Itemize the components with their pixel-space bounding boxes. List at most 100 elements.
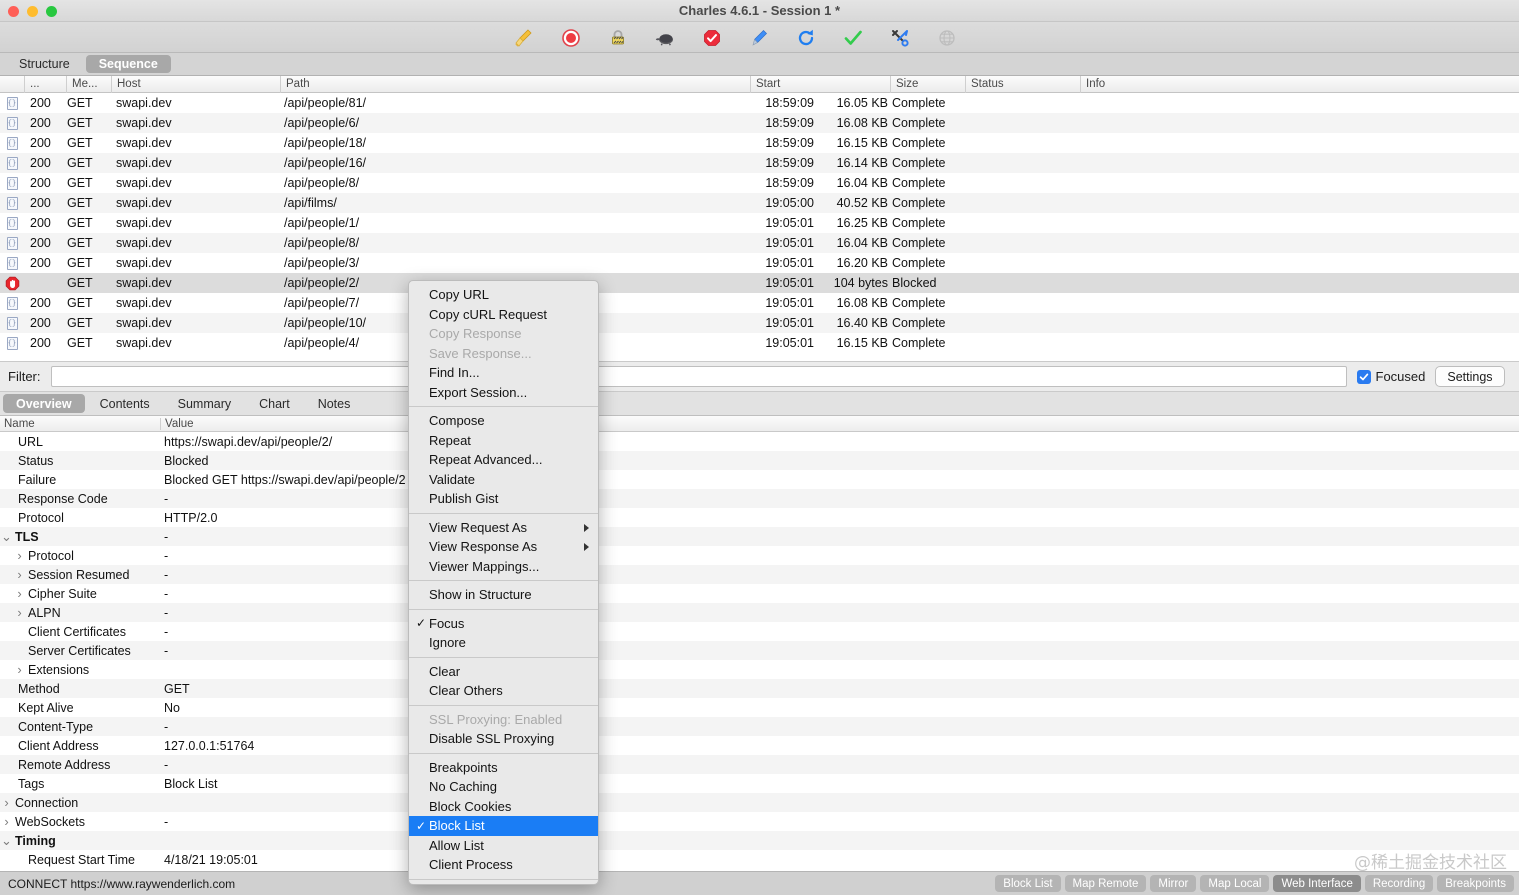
chevron-right-icon[interactable]: › bbox=[13, 586, 26, 601]
detail-row[interactable]: Client Certificates - bbox=[0, 622, 1519, 641]
clear-broom-icon[interactable] bbox=[500, 22, 547, 53]
col-header-size[interactable]: Size bbox=[890, 76, 965, 93]
col-header-info[interactable]: Info bbox=[1080, 76, 1519, 93]
chevron-right-icon[interactable]: › bbox=[13, 662, 26, 677]
detail-row[interactable]: › Connection bbox=[0, 793, 1519, 812]
chevron-right-icon[interactable]: › bbox=[0, 795, 13, 810]
detail-row[interactable]: Request Start Time 4/18/21 19:05:01 bbox=[0, 850, 1519, 869]
menu-item-ignore[interactable]: Ignore bbox=[409, 633, 598, 653]
status-toggle-mirror[interactable]: Mirror bbox=[1150, 875, 1197, 892]
tools-icon[interactable] bbox=[876, 22, 923, 53]
tab-chart[interactable]: Chart bbox=[246, 394, 303, 413]
detail-row[interactable]: Method GET bbox=[0, 679, 1519, 698]
detail-row[interactable]: › Cipher Suite - bbox=[0, 584, 1519, 603]
record-icon[interactable] bbox=[547, 22, 594, 53]
status-toggle-map-remote[interactable]: Map Remote bbox=[1064, 875, 1147, 892]
request-list[interactable]: ... Me... Host Path Start Size Status In… bbox=[0, 76, 1519, 361]
request-row[interactable]: {} 200 GET swapi.dev/api/people/6/18:59:09 1… bbox=[0, 113, 1519, 133]
detail-row[interactable]: URL https://swapi.dev/api/people/2/ bbox=[0, 432, 1519, 451]
web-interface-globe-icon[interactable] bbox=[923, 22, 970, 53]
menu-item-focus[interactable]: ✓ Focus bbox=[409, 614, 598, 634]
request-row[interactable]: {} 200 GET swapi.dev/api/people/81/18:59:09… bbox=[0, 93, 1519, 113]
block-stop-icon[interactable] bbox=[688, 22, 735, 53]
menu-item-breakpoints[interactable]: Breakpoints bbox=[409, 758, 598, 778]
validate-check-icon[interactable] bbox=[829, 22, 876, 53]
tab-notes[interactable]: Notes bbox=[305, 394, 364, 413]
status-toggle-breakpoints[interactable]: Breakpoints bbox=[1437, 875, 1514, 892]
detail-row[interactable]: Protocol HTTP/2.0 bbox=[0, 508, 1519, 527]
menu-item-copy-url[interactable]: Copy URL bbox=[409, 285, 598, 305]
chevron-right-icon[interactable]: › bbox=[13, 567, 26, 582]
repeat-refresh-icon[interactable] bbox=[782, 22, 829, 53]
overview-detail-table[interactable]: Name Value URL https://swapi.dev/api/peop… bbox=[0, 416, 1519, 871]
detail-row[interactable]: Server Certificates - bbox=[0, 641, 1519, 660]
throttle-turtle-icon[interactable] bbox=[641, 22, 688, 53]
status-toggle-web-interface[interactable]: Web Interface bbox=[1273, 875, 1361, 892]
menu-item-validate[interactable]: Validate bbox=[409, 470, 598, 490]
compose-pen-icon[interactable] bbox=[735, 22, 782, 53]
col-header-status[interactable]: Status bbox=[965, 76, 1080, 93]
detail-row[interactable]: › WebSockets - bbox=[0, 812, 1519, 831]
detail-row[interactable]: Response Code - bbox=[0, 489, 1519, 508]
detail-row[interactable]: ⌄ Timing bbox=[0, 831, 1519, 850]
col-header-start[interactable]: Start bbox=[750, 76, 890, 93]
chevron-down-icon[interactable]: ⌄ bbox=[0, 530, 13, 543]
detail-row[interactable]: Remote Address - bbox=[0, 755, 1519, 774]
menu-item-compose[interactable]: Compose bbox=[409, 411, 598, 431]
chevron-right-icon[interactable]: › bbox=[13, 605, 26, 620]
request-row[interactable]: {} 200 GET swapi.dev/api/films/19:05:00 40.5… bbox=[0, 193, 1519, 213]
detail-row[interactable]: Client Address 127.0.0.1:51764 bbox=[0, 736, 1519, 755]
detail-row[interactable]: Tags Block List bbox=[0, 774, 1519, 793]
tab-summary[interactable]: Summary bbox=[165, 394, 244, 413]
tab-structure[interactable]: Structure bbox=[6, 55, 83, 73]
request-row[interactable]: {} 200 GET swapi.dev/api/people/18/18:59:09… bbox=[0, 133, 1519, 153]
menu-item-repeat-advanced[interactable]: Repeat Advanced... bbox=[409, 450, 598, 470]
detail-row[interactable]: › ALPN - bbox=[0, 603, 1519, 622]
menu-item-publish-gist[interactable]: Publish Gist bbox=[409, 489, 598, 509]
tab-overview[interactable]: Overview bbox=[3, 394, 85, 413]
detail-col-name[interactable]: Name bbox=[0, 418, 160, 430]
col-header-path[interactable]: Path bbox=[280, 76, 750, 93]
col-header-host[interactable]: Host bbox=[111, 76, 280, 93]
request-row[interactable]: {} 200 GET swapi.dev/api/people/16/18:59:09… bbox=[0, 153, 1519, 173]
focused-checkbox-group[interactable]: Focused bbox=[1356, 369, 1425, 384]
menu-item-block-list[interactable]: ✓ Block List bbox=[409, 816, 598, 836]
detail-row[interactable]: Failure Blocked GET https://swapi.dev/api… bbox=[0, 470, 1519, 489]
tab-sequence[interactable]: Sequence bbox=[85, 55, 171, 73]
request-row[interactable]: {} 200 GET swapi.dev/api/people/7/19:05:01 1… bbox=[0, 293, 1519, 313]
tab-contents[interactable]: Contents bbox=[87, 394, 163, 413]
request-row[interactable]: {} 200 GET swapi.dev/api/people/10/19:05:01… bbox=[0, 313, 1519, 333]
menu-item-allow-list[interactable]: Allow List bbox=[409, 836, 598, 856]
detail-row[interactable]: Content-Type - bbox=[0, 717, 1519, 736]
detail-col-value[interactable]: Value bbox=[160, 417, 1519, 430]
chevron-right-icon[interactable]: › bbox=[13, 548, 26, 563]
menu-item-copy-curl-request[interactable]: Copy cURL Request bbox=[409, 305, 598, 325]
menu-item-show-in-structure[interactable]: Show in Structure bbox=[409, 585, 598, 605]
menu-item-view-response-as[interactable]: View Response As bbox=[409, 537, 598, 557]
menu-item-viewer-mappings[interactable]: Viewer Mappings... bbox=[409, 557, 598, 577]
request-row[interactable]: {} 200 GET swapi.dev/api/people/8/18:59:09 1… bbox=[0, 173, 1519, 193]
detail-row[interactable]: › Extensions bbox=[0, 660, 1519, 679]
menu-item-disable-ssl-proxying[interactable]: Disable SSL Proxying bbox=[409, 729, 598, 749]
request-context-menu[interactable]: Copy URL Copy cURL Request Copy Response Sa… bbox=[408, 280, 599, 885]
chevron-right-icon[interactable]: › bbox=[0, 814, 13, 829]
chevron-down-icon[interactable]: ⌄ bbox=[0, 834, 13, 847]
request-row[interactable]: GET swapi.dev/api/people/2/19:05:01 104 by… bbox=[0, 273, 1519, 293]
menu-item-client-process[interactable]: Client Process bbox=[409, 855, 598, 875]
detail-row[interactable]: › Session Resumed - bbox=[0, 565, 1519, 584]
menu-item-view-request-as[interactable]: View Request As bbox=[409, 518, 598, 538]
col-header-method[interactable]: Me... bbox=[66, 76, 111, 93]
menu-item-find-in[interactable]: Find In... bbox=[409, 363, 598, 383]
focused-checkbox[interactable] bbox=[1356, 369, 1371, 384]
detail-row[interactable]: Kept Alive No bbox=[0, 698, 1519, 717]
detail-row[interactable]: › Protocol - bbox=[0, 546, 1519, 565]
detail-row[interactable]: Status Blocked bbox=[0, 451, 1519, 470]
request-row[interactable]: {} 200 GET swapi.dev/api/people/4/19:05:01 1… bbox=[0, 333, 1519, 353]
menu-item-clear-others[interactable]: Clear Others bbox=[409, 681, 598, 701]
status-toggle-map-local[interactable]: Map Local bbox=[1200, 875, 1270, 892]
menu-item-export-session[interactable]: Export Session... bbox=[409, 383, 598, 403]
col-header-icon[interactable] bbox=[0, 76, 24, 93]
menu-item-repeat[interactable]: Repeat bbox=[409, 431, 598, 451]
settings-button[interactable]: Settings bbox=[1435, 366, 1505, 387]
status-toggle-recording[interactable]: Recording bbox=[1364, 875, 1434, 892]
